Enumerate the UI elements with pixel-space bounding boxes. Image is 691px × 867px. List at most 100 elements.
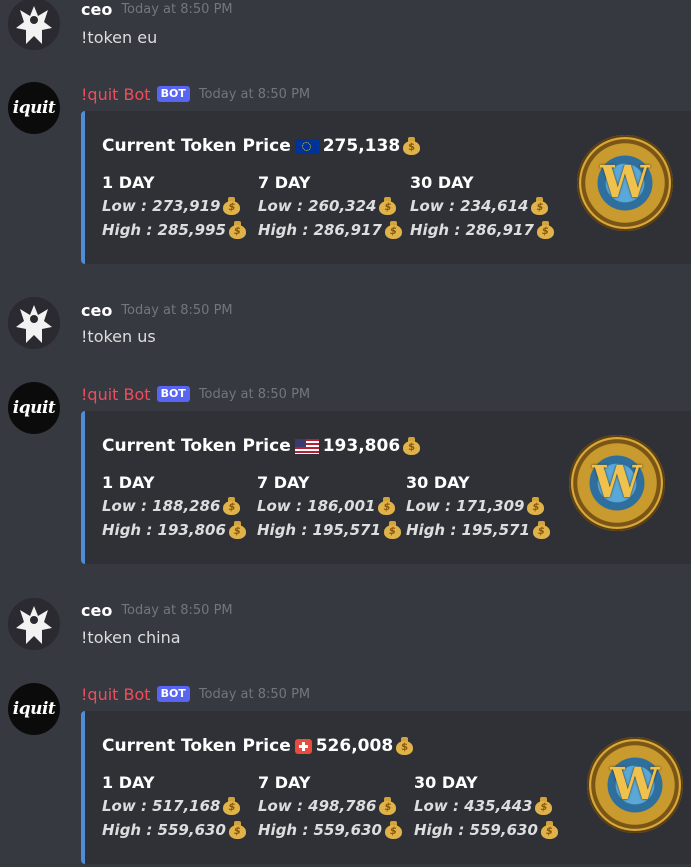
column-label: 7 DAY [257, 473, 310, 492]
token-embed: Current Token Price 275,138 1 DAY Low : … [81, 111, 691, 264]
column-label: 30 DAY [414, 773, 478, 792]
current-price: 193,806 [322, 436, 401, 456]
column-7-day: 7 DAY Low : 260,324 High : 286,917 [258, 172, 402, 242]
money-bag-icon [384, 221, 402, 239]
token-embed: Current Token Price 193,806 1 DAY Low : … [81, 411, 691, 564]
money-bag-icon [223, 797, 241, 815]
low-value: Low : 186,001 [257, 494, 401, 518]
swiss-flag-icon [294, 738, 312, 754]
bot-username[interactable]: !quit Bot [81, 85, 151, 104]
column-30-day: 30 DAY Low : 435,443 High : 559,630 [414, 772, 558, 842]
bot-username[interactable]: !quit Bot [81, 385, 151, 404]
money-bag-icon [379, 797, 397, 815]
column-label: 30 DAY [406, 473, 470, 492]
money-bag-icon [383, 521, 401, 539]
user-avatar[interactable] [8, 598, 60, 650]
bot-badge: BOT [156, 386, 190, 402]
high-value: High : 285,995 [102, 218, 246, 242]
money-bag-icon [540, 821, 558, 839]
money-bag-icon [536, 221, 554, 239]
message-text: !token china [81, 628, 181, 647]
column-label: 7 DAY [258, 773, 311, 792]
bot-avatar[interactable]: iquit [8, 82, 60, 134]
wow-token-thumbnail-icon[interactable]: W [587, 737, 683, 833]
embed-title: Current Token Price 526,008 [102, 736, 414, 756]
embed-title: Current Token Price 275,138 [102, 136, 421, 156]
high-value: High : 286,917 [410, 218, 554, 242]
money-bag-icon [223, 197, 241, 215]
token-embed: Current Token Price 526,008 1 DAY Low : … [81, 711, 691, 864]
money-bag-icon [403, 437, 421, 455]
high-value: High : 286,917 [258, 218, 402, 242]
wow-token-thumbnail-icon[interactable]: W [577, 135, 673, 231]
timestamp: Today at 8:50 PM [121, 1, 233, 17]
column-1-day: 1 DAY Low : 273,919 High : 285,995 [102, 172, 246, 242]
bot-badge: BOT [156, 86, 190, 102]
money-bag-icon [527, 497, 545, 515]
column-label: 30 DAY [410, 173, 474, 192]
timestamp: Today at 8:50 PM [198, 686, 311, 702]
high-value: High : 559,630 [414, 818, 558, 842]
bot-avatar[interactable]: iquit [8, 382, 60, 434]
embed-title-text: Current Token Price [102, 736, 291, 756]
timestamp: Today at 8:50 PM [121, 302, 233, 318]
money-bag-icon [379, 197, 397, 215]
money-bag-icon [223, 497, 241, 515]
low-value: Low : 273,919 [102, 194, 246, 218]
column-30-day: 30 DAY Low : 171,309 High : 195,571 [406, 472, 550, 542]
low-value: Low : 260,324 [258, 194, 402, 218]
timestamp: Today at 8:50 PM [121, 602, 233, 618]
column-label: 1 DAY [102, 173, 155, 192]
current-price: 275,138 [322, 136, 401, 156]
message-text: !token eu [81, 28, 158, 47]
embed-title: Current Token Price 193,806 [102, 436, 421, 456]
money-bag-icon [228, 821, 246, 839]
us-flag-icon [294, 438, 319, 454]
message-text: !token us [81, 327, 156, 346]
user-avatar[interactable] [8, 297, 60, 349]
column-1-day: 1 DAY Low : 517,168 High : 559,630 [102, 772, 246, 842]
timestamp: Today at 8:50 PM [198, 386, 311, 402]
high-value: High : 193,806 [102, 518, 246, 542]
low-value: Low : 171,309 [406, 494, 550, 518]
money-bag-icon [228, 521, 246, 539]
wow-token-thumbnail-icon[interactable]: W [569, 435, 665, 531]
column-7-day: 7 DAY Low : 186,001 High : 195,571 [257, 472, 401, 542]
bot-badge: BOT [156, 686, 190, 702]
column-label: 1 DAY [102, 773, 155, 792]
embed-title-text: Current Token Price [102, 436, 291, 456]
high-value: High : 195,571 [257, 518, 401, 542]
money-bag-icon [228, 221, 246, 239]
username[interactable]: ceo [81, 601, 112, 620]
column-label: 7 DAY [258, 173, 311, 192]
embed-title-text: Current Token Price [102, 136, 291, 156]
column-label: 1 DAY [102, 473, 155, 492]
money-bag-icon [384, 821, 402, 839]
bot-avatar-logo: iquit [12, 699, 56, 719]
low-value: Low : 234,614 [410, 194, 554, 218]
low-value: Low : 435,443 [414, 794, 558, 818]
bot-avatar-logo: iquit [12, 398, 56, 418]
bot-username[interactable]: !quit Bot [81, 685, 151, 704]
username[interactable]: ceo [81, 301, 112, 320]
username[interactable]: ceo [81, 0, 112, 19]
user-avatar[interactable] [8, 0, 60, 50]
money-bag-icon [535, 797, 553, 815]
high-value: High : 559,630 [102, 818, 246, 842]
column-7-day: 7 DAY Low : 498,786 High : 559,630 [258, 772, 402, 842]
timestamp: Today at 8:50 PM [198, 86, 311, 102]
low-value: Low : 188,286 [102, 494, 246, 518]
money-bag-icon [396, 737, 414, 755]
high-value: High : 559,630 [258, 818, 402, 842]
bot-avatar[interactable]: iquit [8, 683, 60, 735]
money-bag-icon [403, 137, 421, 155]
money-bag-icon [531, 197, 549, 215]
low-value: Low : 517,168 [102, 794, 246, 818]
low-value: Low : 498,786 [258, 794, 402, 818]
current-price: 526,008 [315, 736, 394, 756]
high-value: High : 195,571 [406, 518, 550, 542]
bot-avatar-logo: iquit [12, 98, 56, 118]
money-bag-icon [378, 497, 396, 515]
column-1-day: 1 DAY Low : 188,286 High : 193,806 [102, 472, 246, 542]
column-30-day: 30 DAY Low : 234,614 High : 286,917 [410, 172, 554, 242]
